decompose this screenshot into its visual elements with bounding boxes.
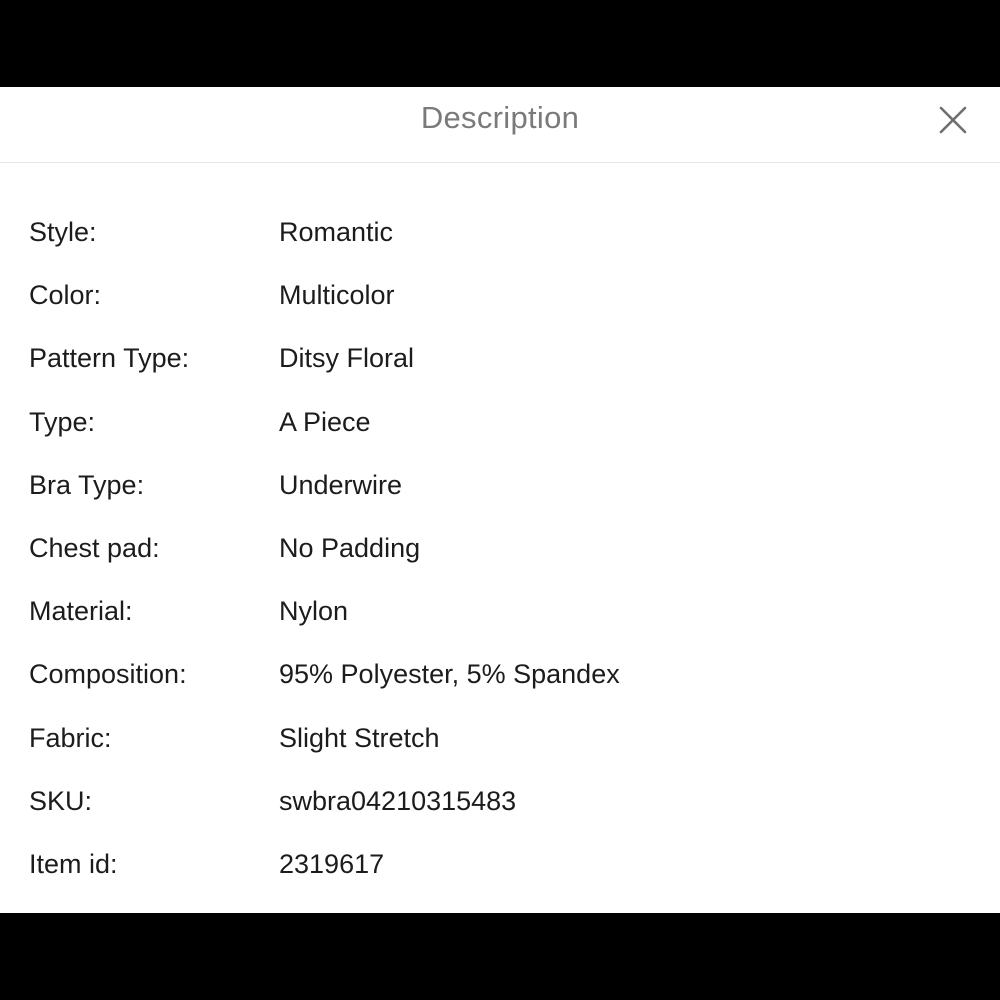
spec-label: Type: <box>29 406 96 437</box>
description-sheet: Description Style: Romantic Color: Multi… <box>0 87 1000 913</box>
spec-value: 95% Polyester, 5% Spandex <box>279 659 620 690</box>
spec-row-color: Color: Multicolor <box>0 270 1000 333</box>
spec-label: Composition: <box>29 659 187 690</box>
spec-row-sku: SKU: swbra04210315483 <box>0 776 1000 839</box>
spec-row-style: Style: Romantic <box>0 207 1000 270</box>
top-letterbox <box>0 0 1000 87</box>
spec-row-composition: Composition: 95% Polyester, 5% Spandex <box>0 649 1000 712</box>
close-icon <box>939 106 967 134</box>
spec-label: SKU: <box>29 785 93 816</box>
spec-row-item-id: Item id: 2319617 <box>0 839 1000 902</box>
spec-label: Pattern Type: <box>29 343 190 374</box>
spec-value: Romantic <box>279 217 394 247</box>
spec-value: Multicolor <box>279 280 395 311</box>
spec-value: Ditsy Floral <box>279 343 415 374</box>
spec-row-bra-type: Bra Type: Underwire <box>0 460 1000 523</box>
spec-label: Bra Type: <box>29 469 145 500</box>
spec-row-pattern-type: Pattern Type: Ditsy Floral <box>0 333 1000 396</box>
spec-label: Material: <box>29 596 133 627</box>
close-button[interactable] <box>930 97 976 143</box>
spec-list: Style: Romantic Color: Multicolor Patter… <box>0 207 1000 902</box>
spec-value: Slight Stretch <box>279 722 440 753</box>
spec-row-material: Material: Nylon <box>0 586 1000 649</box>
spec-row-fabric: Fabric: Slight Stretch <box>0 713 1000 776</box>
spec-row-type: Type: A Piece <box>0 397 1000 460</box>
spec-label: Chest pad: <box>29 532 160 563</box>
spec-value: A Piece <box>279 406 371 437</box>
spec-label: Color: <box>29 280 102 311</box>
spec-label: Fabric: <box>29 722 112 753</box>
spec-label: Item id: <box>29 848 118 879</box>
sheet-title: Description <box>420 100 580 135</box>
spec-value: Underwire <box>279 469 403 500</box>
spec-value: 2319617 <box>279 848 385 879</box>
spec-value: No Padding <box>279 532 421 563</box>
sheet-header: Description <box>0 87 1000 163</box>
spec-row-chest-pad: Chest pad: No Padding <box>0 523 1000 586</box>
spec-value: Nylon <box>279 596 349 627</box>
spec-value: swbra04210315483 <box>279 785 517 816</box>
bottom-letterbox <box>0 913 1000 1000</box>
spec-label: Style: <box>29 217 97 247</box>
